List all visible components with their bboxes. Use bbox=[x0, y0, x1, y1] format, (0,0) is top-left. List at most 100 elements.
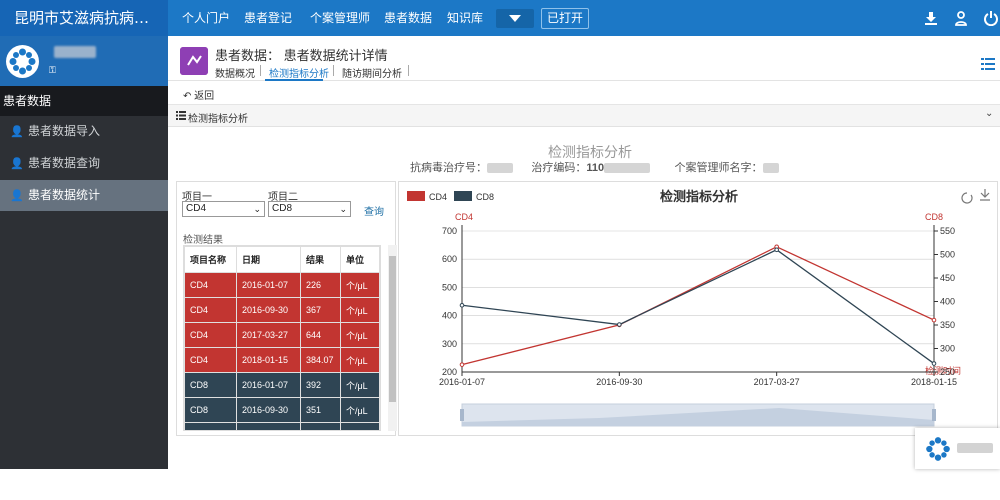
page-header: 患者数据： 患者数据统计详情 数据概况 检测指标分析 随访期间分析 bbox=[168, 36, 1000, 81]
online-count: 当前在线人数：36人 bbox=[33, 487, 134, 499]
power-icon[interactable] bbox=[983, 10, 999, 26]
cell-unit: 个/μL bbox=[340, 397, 380, 423]
item1-value: CD4 bbox=[186, 203, 207, 214]
cell-result: 644 bbox=[300, 322, 341, 348]
chart-link-icon bbox=[180, 47, 208, 75]
tab-followup-analysis[interactable]: 随访期间分析 bbox=[342, 65, 402, 80]
drug-number-label: 抗病毒治疗号： bbox=[410, 162, 487, 174]
cell-result: 384.07 bbox=[300, 347, 341, 373]
nav-patient-data[interactable]: 患者数据 bbox=[384, 0, 432, 36]
tab-divider bbox=[408, 65, 409, 76]
data-point-cd8 bbox=[459, 302, 465, 308]
list-icon bbox=[176, 111, 186, 120]
opened-tabs-button[interactable]: 已打开 bbox=[541, 8, 589, 29]
app-title[interactable]: 昆明市艾滋病抗病… bbox=[0, 0, 168, 36]
code-value: 110 bbox=[586, 162, 605, 174]
table-row: CD4 2017-03-27 644 个/μL bbox=[184, 322, 380, 348]
col-unit: 单位 bbox=[340, 246, 380, 273]
x-tick-label: 2018-01-15 bbox=[911, 377, 957, 387]
chart-panel: CD4 CD8 检测指标分析 CD4 CD8 检测时间 200 300 400 500 600 700… bbox=[398, 181, 998, 436]
results-table-wrapper: 项目名称 日期 结果 单位 CD4 2016-01-07 226 个/μL CD4 201… bbox=[183, 245, 381, 431]
nav-more-dropdown[interactable] bbox=[496, 9, 534, 28]
chart-title: 检测指标分析 bbox=[660, 189, 738, 204]
col-item: 项目名称 bbox=[184, 246, 237, 273]
cell-date: 2018-01-15 bbox=[236, 347, 301, 373]
cell-date: 2016-01-07 bbox=[236, 372, 301, 398]
scrollbar-thumb[interactable] bbox=[389, 256, 396, 402]
table-row: CD8 bbox=[184, 422, 380, 430]
col-result: 结果 bbox=[300, 246, 341, 273]
chevron-down-icon: ⌄ bbox=[339, 204, 347, 214]
x-tick-label: 2016-01-07 bbox=[439, 377, 485, 387]
tab-divider bbox=[333, 65, 334, 76]
list-icon[interactable] bbox=[981, 58, 995, 70]
sidebar-section-title[interactable]: 患者数据 bbox=[0, 86, 168, 116]
tab-overview[interactable]: 数据概况 bbox=[215, 65, 255, 80]
item1-select[interactable]: CD4 ⌄ bbox=[182, 201, 265, 217]
y-right-tick-label: 500 bbox=[940, 250, 955, 260]
zoom-handle-right[interactable] bbox=[932, 409, 936, 421]
results-table: 项目名称 日期 结果 单位 CD4 2016-01-07 226 个/μL CD4 201… bbox=[184, 246, 380, 430]
cell-date: 2016-01-07 bbox=[236, 272, 301, 298]
item2-value: CD8 bbox=[272, 203, 293, 214]
key-icon[interactable]: ⚿ bbox=[49, 65, 56, 76]
chevron-down-icon[interactable]: ⌄ bbox=[985, 108, 993, 119]
cell-result: 351 bbox=[300, 397, 341, 423]
cell-result: 392 bbox=[300, 372, 341, 398]
table-row: CD4 2016-01-07 226 个/μL bbox=[184, 272, 380, 298]
y-left-axis-label: CD4 bbox=[455, 212, 473, 222]
user-icon[interactable] bbox=[953, 10, 969, 26]
cell-item: CD8 bbox=[184, 422, 237, 430]
cell-result: 226 bbox=[300, 272, 341, 298]
section-bar[interactable]: 检测指标分析 ⌄ bbox=[168, 105, 1000, 127]
user-plus-icon: 👤 bbox=[10, 158, 24, 170]
sidebar-item-label: 患者数据导入 bbox=[28, 124, 101, 138]
legend-swatch-cd4 bbox=[407, 191, 425, 201]
zoom-handle-left[interactable] bbox=[460, 409, 464, 421]
nav-knowledge[interactable]: 知识库 bbox=[447, 0, 483, 36]
user-box: ⚿ bbox=[0, 36, 168, 86]
cell-unit: 个/μL bbox=[340, 272, 380, 298]
nav-portal[interactable]: 个人门户 bbox=[182, 0, 230, 36]
table-row: CD4 2018-01-15 384.07 个/μL bbox=[184, 347, 380, 373]
item2-select[interactable]: CD8 ⌄ bbox=[268, 201, 351, 217]
redacted-value bbox=[604, 163, 651, 174]
user-plus-icon: 👤 bbox=[10, 126, 24, 138]
cell-item: CD8 bbox=[184, 372, 237, 398]
top-navbar: 昆明市艾滋病抗病… 个人门户 患者登记 个案管理师 患者数据 知识库 已打开 bbox=[0, 0, 1000, 36]
query-button[interactable]: 查询 bbox=[364, 203, 384, 218]
cell-date: 2016-09-30 bbox=[236, 297, 301, 323]
y-left-tick-label: 600 bbox=[442, 254, 457, 264]
legend-label-cd8: CD8 bbox=[476, 192, 494, 202]
report-info: 抗病毒治疗号： 治疗编码：110 个案管理师名字： bbox=[410, 159, 779, 175]
back-button[interactable]: ↶ 返回 bbox=[183, 87, 214, 102]
y-left-tick-label: 300 bbox=[442, 339, 457, 349]
floating-logo-widget[interactable] bbox=[915, 428, 1000, 469]
download-icon[interactable] bbox=[980, 189, 990, 201]
cell-date: 2016-09-30 bbox=[236, 397, 301, 423]
sidebar-item-statistics[interactable]: 👤 患者数据统计 bbox=[0, 180, 168, 211]
cell-item: CD4 bbox=[184, 322, 237, 348]
refresh-icon[interactable] bbox=[961, 192, 973, 204]
manager-label: 个案管理师名字： bbox=[674, 162, 763, 174]
cell-unit: 个/μL bbox=[340, 372, 380, 398]
nav-case-manager[interactable]: 个案管理师 bbox=[310, 0, 370, 36]
undo-arrow-icon: ↶ bbox=[183, 91, 192, 102]
cell-result: 367 bbox=[300, 297, 341, 323]
cell-date bbox=[236, 422, 301, 430]
cell-unit bbox=[340, 422, 380, 430]
page-title: 患者数据： 患者数据统计详情 bbox=[215, 48, 388, 63]
y-right-tick-label: 250 bbox=[940, 367, 955, 377]
cell-item: CD4 bbox=[184, 272, 237, 298]
back-label: 返回 bbox=[194, 91, 215, 102]
sidebar-item-import[interactable]: 👤 患者数据导入 bbox=[0, 116, 168, 147]
nav-register[interactable]: 患者登记 bbox=[244, 0, 292, 36]
sidebar-item-query[interactable]: 👤 患者数据查询 bbox=[0, 148, 168, 179]
data-point-cd8 bbox=[774, 247, 779, 253]
tab-indicator-analysis[interactable]: 检测指标分析 bbox=[269, 65, 329, 80]
main-content: 患者数据： 患者数据统计详情 数据概况 检测指标分析 随访期间分析 ↶ 返回 检… bbox=[168, 36, 1000, 469]
sidebar-item-label: 患者数据查询 bbox=[28, 156, 101, 170]
results-label: 检测结果 bbox=[183, 235, 223, 246]
download-icon[interactable] bbox=[923, 10, 939, 26]
redacted-name bbox=[957, 443, 993, 453]
